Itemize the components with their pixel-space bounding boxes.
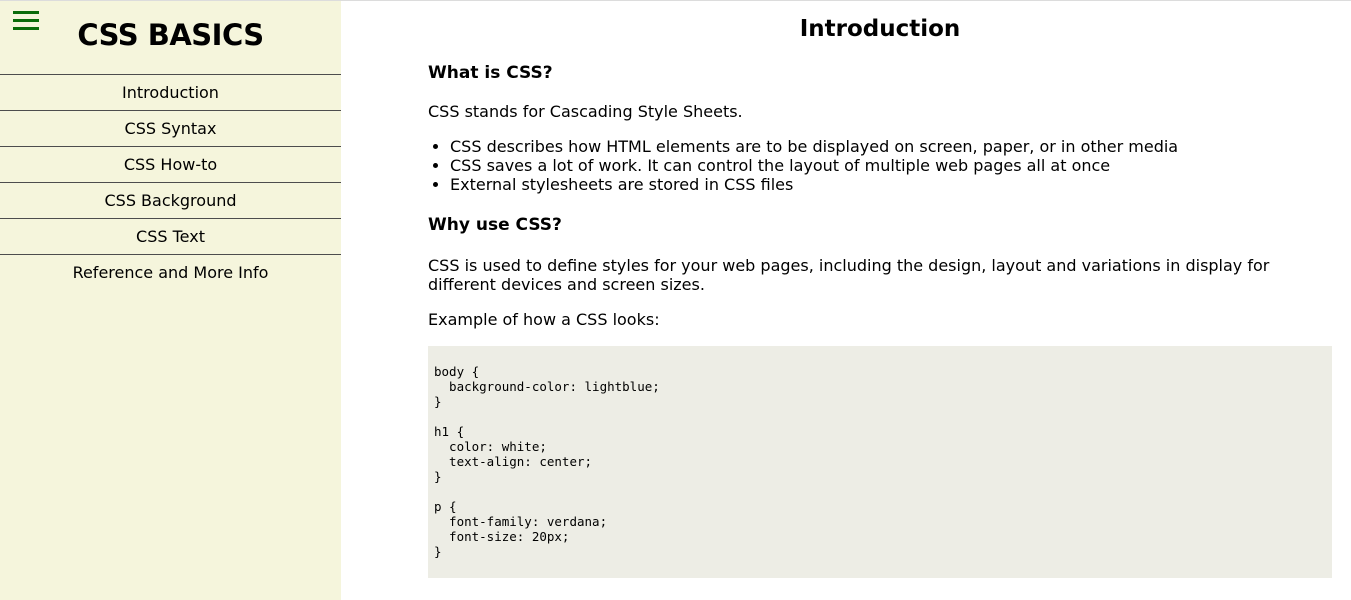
example-label: Example of how a CSS looks: [428, 310, 660, 329]
list-item: External stylesheets are stored in CSS f… [450, 175, 1330, 194]
sidebar-nav: Introduction CSS Syntax CSS How-to CSS B… [0, 74, 341, 290]
section-paragraph: CSS stands for Cascading Style Sheets. [428, 102, 743, 121]
sidebar-item-css-text[interactable]: CSS Text [0, 218, 341, 254]
sidebar-item-css-syntax[interactable]: CSS Syntax [0, 110, 341, 146]
code-example-box: body { background-color: lightblue; } h1… [428, 346, 1332, 578]
site-brand: CSS BASICS [77, 18, 264, 52]
section-paragraph: CSS is used to define styles for your we… [428, 256, 1270, 294]
app-window: CSS BASICS Introduction CSS Syntax CSS H… [0, 0, 1351, 600]
sidebar-item-introduction[interactable]: Introduction [0, 74, 341, 110]
sidebar: CSS BASICS Introduction CSS Syntax CSS H… [0, 1, 341, 600]
sidebar-item-css-background[interactable]: CSS Background [0, 182, 341, 218]
page-title: Introduction [799, 16, 961, 42]
list-item: CSS describes how HTML elements are to b… [450, 137, 1330, 156]
section-heading-why-use-css: Why use CSS? [428, 215, 562, 235]
sidebar-item-css-how-to[interactable]: CSS How-to [0, 146, 341, 182]
sidebar-item-reference[interactable]: Reference and More Info [0, 254, 341, 290]
code-example: body { background-color: lightblue; } h1… [434, 364, 660, 559]
list-item: CSS saves a lot of work. It can control … [450, 156, 1330, 175]
bullet-list: CSS describes how HTML elements are to b… [428, 137, 1330, 194]
section-heading-what-is-css: What is CSS? [428, 63, 553, 83]
